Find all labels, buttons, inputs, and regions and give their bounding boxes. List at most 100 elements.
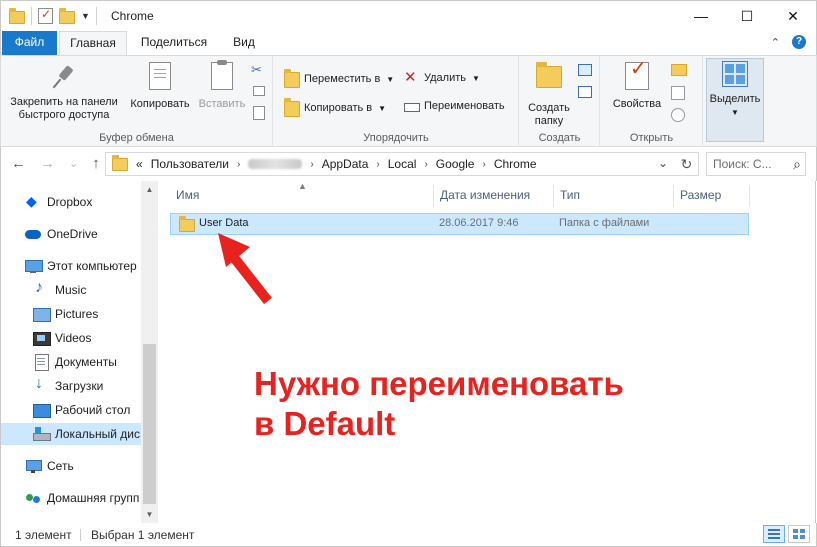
help-icon[interactable]: ? xyxy=(792,35,806,49)
nav-item-videos[interactable]: Videos xyxy=(1,327,141,349)
rename-icon xyxy=(404,103,420,112)
group-label: Открыть xyxy=(629,132,674,144)
breadcrumb-item[interactable]: Chrome xyxy=(494,157,537,171)
large-icons-view-button[interactable] xyxy=(788,525,810,543)
divider xyxy=(31,7,32,25)
open-group: Свойства Открыть xyxy=(601,56,703,147)
nav-item-network[interactable]: Сеть xyxy=(1,455,141,477)
title-bar: ▼ Chrome — ☐ ✕ xyxy=(0,0,817,31)
scroll-up-icon[interactable]: ▲ xyxy=(141,181,158,198)
select-label: Выделить xyxy=(709,93,761,105)
nav-item-desktop[interactable]: Рабочий стол xyxy=(1,399,141,421)
new-item-icon[interactable] xyxy=(578,64,592,76)
nav-item-label: Videos xyxy=(55,331,92,345)
minimize-button[interactable]: — xyxy=(678,1,724,31)
scrollbar-thumb[interactable] xyxy=(143,344,156,504)
nav-item-label: Сеть xyxy=(47,459,74,473)
homegroup-icon xyxy=(25,490,41,506)
breadcrumb-separator[interactable]: › xyxy=(482,159,485,170)
organize-group: Переместить в ▼ Копировать в ▼ ✕ Удалить ▼ … xyxy=(274,56,519,147)
nav-item-homegroup[interactable]: Домашняя групп xyxy=(1,487,141,509)
nav-item-music[interactable]: Music xyxy=(1,279,141,301)
copy-to-button[interactable]: Копировать в ▼ xyxy=(284,98,386,117)
breadcrumb-overflow[interactable]: « xyxy=(136,157,143,171)
rename-button[interactable]: Переименовать xyxy=(404,99,505,112)
copy-label: Копировать xyxy=(130,98,190,110)
nav-item-local-disk[interactable]: Локальный дис xyxy=(1,423,141,445)
nav-item-label: Pictures xyxy=(55,307,99,321)
nav-pane-scrollbar[interactable]: ▲ ▼ xyxy=(141,181,158,523)
folder-icon[interactable] xyxy=(9,7,25,24)
search-placeholder: Поиск: С... xyxy=(713,157,772,171)
details-view-button[interactable] xyxy=(763,525,785,543)
paste-shortcut-icon[interactable] xyxy=(253,106,265,120)
customize-toolbar-icon[interactable]: ▼ xyxy=(81,11,90,21)
properties-icon[interactable] xyxy=(38,7,53,24)
copy-button[interactable]: Копировать xyxy=(127,62,193,111)
select-button[interactable]: Выделить ▼ xyxy=(706,58,764,142)
onedrive-icon xyxy=(25,226,41,242)
nav-item-pictures[interactable]: Pictures xyxy=(1,303,141,325)
arrow-shaft xyxy=(228,251,272,305)
open-icon[interactable] xyxy=(671,64,687,76)
paste-icon xyxy=(211,60,233,90)
nav-item-downloads[interactable]: Загрузки xyxy=(1,375,141,397)
move-to-button[interactable]: Переместить в ▼ xyxy=(284,69,394,88)
nav-item-label: Документы xyxy=(55,355,117,369)
paste-button[interactable]: Вставить xyxy=(195,60,249,111)
collapse-ribbon-icon[interactable]: ⌃ xyxy=(771,36,780,49)
nav-item-this-pc[interactable]: Этот компьютер xyxy=(1,255,141,277)
breadcrumb-separator[interactable]: › xyxy=(424,159,427,170)
column-header-name[interactable]: Имя xyxy=(170,185,434,207)
properties-button[interactable]: Свойства xyxy=(607,62,667,111)
desktop-icon xyxy=(33,402,51,418)
copy-path-icon[interactable] xyxy=(253,86,265,96)
tab-home[interactable]: Главная xyxy=(59,31,127,56)
breadcrumb-item[interactable]: AppData xyxy=(322,157,369,171)
close-button[interactable]: ✕ xyxy=(770,1,816,31)
tab-view[interactable]: Вид xyxy=(223,31,265,55)
nav-item-dropbox[interactable]: Dropbox xyxy=(1,191,141,213)
nav-item-onedrive[interactable]: OneDrive xyxy=(1,223,141,245)
tab-file[interactable]: Файл xyxy=(2,31,57,55)
breadcrumb-separator[interactable]: › xyxy=(310,159,313,170)
pin-to-quick-access-button[interactable]: Закрепить на панели быстрого доступа xyxy=(5,60,123,122)
refresh-button[interactable]: ↻ xyxy=(675,152,699,176)
scroll-down-icon[interactable]: ▼ xyxy=(141,506,158,523)
pin-icon xyxy=(51,64,77,90)
recent-locations-button[interactable]: ⌄ xyxy=(69,157,78,170)
up-button[interactable]: ↑ xyxy=(92,155,100,172)
column-header-size[interactable]: Размер xyxy=(674,185,750,207)
annotation-arrow xyxy=(218,233,272,305)
new-folder-button[interactable]: Создать папку xyxy=(522,60,576,128)
cut-icon[interactable]: ✂ xyxy=(251,62,262,78)
breadcrumb-item[interactable]: Пользователи xyxy=(151,157,229,171)
easy-access-icon[interactable] xyxy=(578,86,592,98)
pictures-icon xyxy=(33,306,51,322)
address-bar[interactable]: « Пользователи › › AppData › Local › Goo… xyxy=(105,152,699,176)
breadcrumb-item[interactable]: Google xyxy=(436,157,475,171)
column-header-date[interactable]: Дата изменения xyxy=(434,185,554,207)
ribbon: Закрепить на панели быстрого доступа Коп… xyxy=(0,55,817,147)
nav-item-documents[interactable]: Документы xyxy=(1,351,141,373)
breadcrumb-separator[interactable]: › xyxy=(237,159,240,170)
forward-button[interactable]: → xyxy=(40,155,55,172)
breadcrumb-separator[interactable]: › xyxy=(376,159,379,170)
breadcrumb-item[interactable]: Local xyxy=(388,157,417,171)
address-dropdown-icon[interactable]: ⌄ xyxy=(658,156,668,170)
tab-share[interactable]: Поделиться xyxy=(131,31,217,55)
file-type: Папка с файлами xyxy=(559,217,650,229)
large-icons-view-icon xyxy=(793,529,805,539)
back-button[interactable]: ← xyxy=(11,155,26,172)
music-icon xyxy=(33,279,49,298)
delete-button[interactable]: ✕ Удалить ▼ xyxy=(404,70,480,86)
select-all-icon xyxy=(722,61,748,87)
history-icon[interactable] xyxy=(671,108,685,122)
divider xyxy=(95,7,97,25)
search-input[interactable]: Поиск: С... ⌕ xyxy=(706,152,806,176)
column-header-type[interactable]: Тип xyxy=(554,185,674,207)
dropbox-icon xyxy=(25,193,41,210)
maximize-button[interactable]: ☐ xyxy=(724,1,770,31)
new-folder-icon[interactable] xyxy=(59,7,75,24)
edit-icon[interactable] xyxy=(671,86,685,100)
